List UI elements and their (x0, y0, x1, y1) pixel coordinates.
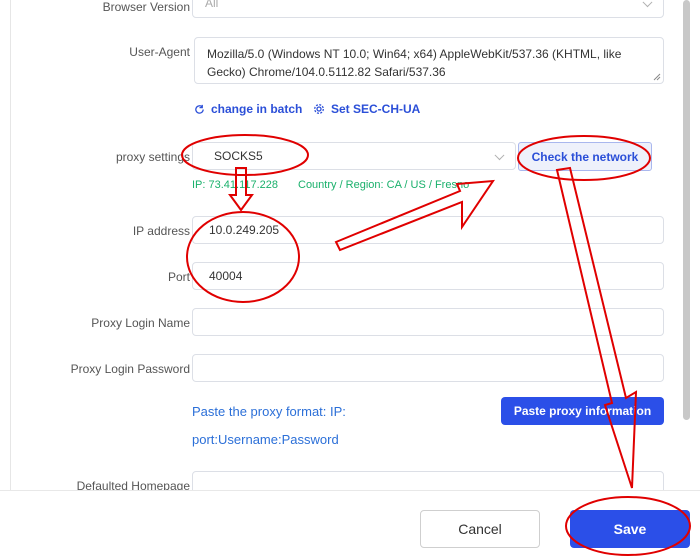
chevron-down-icon (642, 0, 653, 8)
set-sec-ch-ua-label: Set SEC-CH-UA (331, 102, 421, 116)
dialog-footer: Cancel Save (0, 490, 700, 560)
cancel-button[interactable]: Cancel (420, 510, 540, 548)
proxy-login-name-input[interactable] (192, 308, 664, 336)
proxy-login-password-input[interactable] (192, 354, 664, 382)
port-label: Port (167, 270, 190, 284)
chevron-down-icon (494, 150, 505, 161)
browser-version-label: Browser Version (102, 0, 190, 14)
set-sec-ch-ua-link[interactable]: Set SEC-CH-UA (313, 102, 420, 116)
paste-hint-line1: Paste the proxy format: IP: (192, 404, 346, 419)
change-in-batch-link[interactable]: change in batch (194, 102, 302, 116)
proxy-login-name-label: Proxy Login Name (91, 316, 190, 330)
change-in-batch-label: change in batch (211, 102, 303, 116)
paste-proxy-button[interactable]: Paste proxy information (501, 397, 664, 425)
proxy-region-info: Country / Region: CA / US / Fresno (298, 179, 470, 191)
user-agent-textarea[interactable]: Mozilla/5.0 (Windows NT 10.0; Win64; x64… (194, 37, 664, 84)
user-agent-value: Mozilla/5.0 (Windows NT 10.0; Win64; x64… (207, 47, 622, 79)
proxy-settings-label: proxy settings (115, 150, 190, 164)
ip-address-label: IP address (132, 224, 190, 238)
paste-hint-line2: port:Username:Password (192, 432, 339, 447)
user-agent-label: User-Agent (129, 45, 190, 59)
browser-version-select[interactable]: All (192, 0, 664, 18)
ip-address-value: 10.0.249.205 (209, 223, 280, 237)
gear-icon (314, 104, 324, 114)
refresh-icon (195, 104, 204, 114)
proxy-login-password-label: Proxy Login Password (70, 362, 190, 376)
ip-address-input[interactable]: 10.0.249.205 (192, 216, 664, 244)
check-network-button[interactable]: Check the network (518, 142, 652, 171)
resize-handle-icon[interactable] (653, 73, 661, 81)
scrollbar[interactable] (683, 0, 690, 420)
proxy-ip-info: IP: 73.41.117.228 (192, 179, 279, 191)
settings-panel: Browser Version All User-Agent Mozilla/5… (10, 0, 681, 499)
port-value: 40004 (209, 269, 243, 283)
proxy-type-select[interactable]: SOCKS5 (192, 142, 516, 170)
port-input[interactable]: 40004 (192, 262, 664, 290)
save-button[interactable]: Save (570, 510, 690, 548)
browser-version-value: All (205, 0, 219, 10)
proxy-type-value: SOCKS5 (214, 149, 263, 163)
